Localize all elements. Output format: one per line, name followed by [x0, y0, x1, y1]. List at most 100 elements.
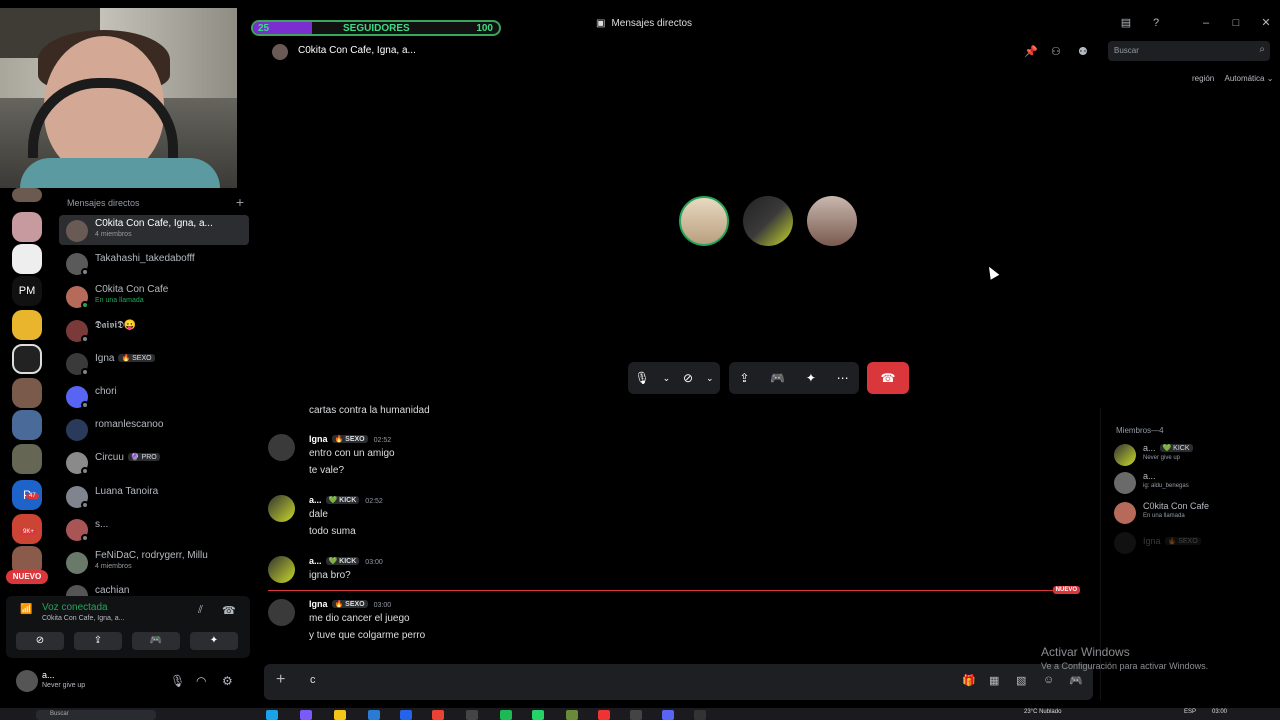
participant-avatar[interactable] — [743, 196, 793, 246]
avatar[interactable] — [268, 556, 295, 583]
region-selector[interactable]: región Automática ⌄ — [1192, 74, 1273, 83]
taskbar-app-icon[interactable] — [662, 710, 674, 720]
webcam-overlay — [0, 8, 237, 188]
dm-item[interactable]: Circuu 🔮 PRO — [59, 447, 249, 477]
taskbar-app-icon[interactable] — [266, 710, 278, 720]
dm-item[interactable]: Luana Tanoira — [59, 481, 249, 511]
microphone-icon[interactable]: 🎙 — [634, 371, 649, 385]
chevron-down-icon[interactable]: ⌄ — [706, 373, 714, 384]
avatar[interactable] — [16, 670, 38, 692]
help-icon[interactable]: ? — [1148, 17, 1164, 29]
avatar[interactable] — [268, 599, 295, 626]
taskbar: Buscar 23°C Nublado ESP 03:00 — [0, 708, 1280, 720]
activity-icon[interactable]: 🎮 — [770, 371, 785, 385]
taskbar-app-icon[interactable] — [566, 710, 578, 720]
maximize-button[interactable]: □ — [1228, 17, 1244, 29]
members-icon[interactable]: ⚉ — [1078, 45, 1088, 58]
taskbar-app-icon[interactable] — [334, 710, 346, 720]
message-input[interactable]: c — [310, 674, 316, 686]
dm-item[interactable]: C0kita Con Cafe, Igna, a... 4 miembros — [59, 215, 249, 245]
server-icon[interactable] — [12, 378, 42, 408]
taskbar-app-icon[interactable] — [630, 710, 642, 720]
noise-suppression-icon[interactable]: ⫽ — [198, 604, 203, 617]
taskbar-app-icon[interactable] — [694, 710, 706, 720]
screen-share-button[interactable]: ⇪ — [74, 632, 122, 650]
weather[interactable]: 23°C Nublado — [1024, 709, 1061, 715]
taskbar-app-icon[interactable] — [466, 710, 478, 720]
member-item[interactable]: a... 💚 KICK Never give up — [1114, 442, 1274, 468]
add-dm-icon[interactable]: + — [236, 194, 244, 210]
member-item[interactable]: a... ig: aldu_benegas — [1114, 470, 1274, 496]
hang-up-button[interactable]: ☎ — [867, 362, 909, 394]
avatar — [66, 585, 88, 596]
taskbar-app-icon[interactable] — [598, 710, 610, 720]
avatar — [1114, 532, 1136, 554]
avatar[interactable] — [268, 495, 295, 522]
members-header: Miembros—4 — [1116, 426, 1164, 435]
language[interactable]: ESP — [1184, 709, 1196, 715]
dm-item[interactable]: C0kita Con Cafe En una llamada — [59, 281, 249, 311]
camera-button[interactable]: ⊘ — [16, 632, 64, 650]
taskbar-app-icon[interactable] — [300, 710, 312, 720]
message-composer[interactable]: + c 🎁 ▦ ▧ ☺ 🎮 — [264, 664, 1093, 700]
server-icon[interactable] — [12, 188, 42, 202]
disconnect-icon[interactable]: ☎ — [222, 604, 236, 617]
taskbar-app-icon[interactable] — [432, 710, 444, 720]
taskbar-app-icon[interactable] — [368, 710, 380, 720]
gift-icon[interactable]: 🎁 — [962, 674, 976, 687]
clock[interactable]: 03:00 — [1212, 709, 1227, 715]
search-input[interactable]: Buscar ⌕ — [1108, 41, 1270, 61]
server-icon[interactable] — [12, 410, 42, 440]
soundboard-icon[interactable]: ✦ — [806, 371, 816, 385]
participant-avatar[interactable] — [807, 196, 857, 246]
activity-button[interactable]: 🎮 — [132, 632, 180, 650]
participant-avatar[interactable] — [679, 196, 729, 246]
member-item[interactable]: Igna 🔥 SEXO — [1114, 530, 1274, 556]
taskbar-app-icon[interactable] — [400, 710, 412, 720]
close-button[interactable]: ✕ — [1258, 16, 1274, 29]
screen-share-icon[interactable]: ⇪ — [739, 371, 749, 385]
dm-item[interactable]: cachian — [59, 580, 249, 596]
dm-item[interactable]: Igna 🔥 SEXO — [59, 348, 249, 378]
minimize-button[interactable]: – — [1198, 17, 1214, 29]
avatar[interactable] — [268, 434, 295, 461]
voice-channel[interactable]: C0kita Con Cafe, Igna, a... — [42, 615, 125, 622]
user-name: a... — [42, 670, 55, 680]
gif-icon[interactable]: ▦ — [989, 674, 999, 687]
server-icon-pm[interactable]: PM — [12, 276, 42, 306]
new-badge[interactable]: NUEVO — [6, 570, 48, 584]
dm-item[interactable]: Takahashi_takedabofff — [59, 248, 249, 278]
dm-item[interactable]: chori — [59, 381, 249, 411]
server-icon[interactable] — [12, 310, 42, 340]
emoji-icon[interactable]: ☺ — [1043, 674, 1054, 686]
pin-icon[interactable]: 📌 — [1024, 45, 1038, 58]
chevron-down-icon[interactable]: ⌄ — [663, 373, 671, 384]
apps-icon[interactable]: 🎮 — [1069, 674, 1083, 687]
taskbar-app-icon[interactable] — [532, 710, 544, 720]
camera-off-icon[interactable]: ⊘ — [683, 371, 693, 385]
server-icon[interactable] — [12, 212, 42, 242]
taskbar-search[interactable]: Buscar — [36, 710, 156, 720]
more-icon[interactable]: ⋯ — [837, 371, 849, 385]
dm-item[interactable]: romanlescanoo — [59, 414, 249, 444]
server-icon[interactable] — [12, 344, 42, 374]
add-friend-icon[interactable]: ⚇ — [1051, 45, 1061, 58]
gear-icon[interactable]: ⚙ — [222, 674, 233, 688]
server-icon[interactable] — [12, 444, 42, 474]
sticker-icon[interactable]: ▧ — [1016, 674, 1026, 687]
avatar — [66, 552, 88, 574]
dm-header: Mensajes directos — [67, 198, 140, 208]
attach-icon[interactable]: + — [276, 671, 285, 689]
taskbar-app-icon[interactable] — [500, 710, 512, 720]
soundboard-button[interactable]: ✦ — [190, 632, 238, 650]
server-icon[interactable] — [12, 244, 42, 274]
badge-9k: 9K+ — [20, 529, 37, 535]
discord-icon: ▣ — [596, 18, 606, 29]
dm-item[interactable]: 𝕯𝖆𝖎𝖛𝖎𝕯😛 — [59, 315, 249, 345]
microphone-icon[interactable]: 🎙 — [170, 674, 185, 688]
inbox-icon[interactable]: ▤ — [1118, 16, 1134, 29]
member-item[interactable]: C0kita Con Cafe En una llamada — [1114, 500, 1274, 526]
dm-item[interactable]: FeNiDaC, rodrygerr, Millu 4 miembros — [59, 547, 249, 577]
headphones-icon[interactable]: ◠ — [196, 674, 206, 688]
dm-item[interactable]: s... — [59, 514, 249, 544]
